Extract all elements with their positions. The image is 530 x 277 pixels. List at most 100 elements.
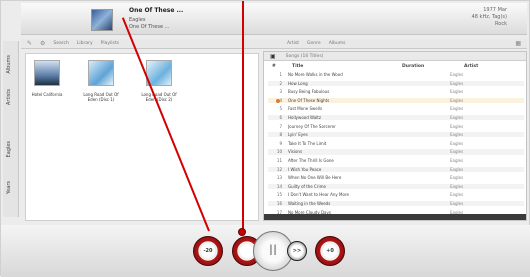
track-row[interactable]: 11 After The Thrill Is Gone Eagles	[268, 158, 524, 163]
track-duration	[398, 158, 450, 163]
track-artist: Eagles	[450, 72, 464, 77]
track-title: No More Walks in the Wood	[288, 72, 343, 77]
track-row[interactable]: 14 Guilty of the Crime Eagles	[268, 183, 524, 189]
track-duration	[398, 98, 450, 103]
col-duration[interactable]: Duration	[402, 64, 424, 69]
track-info-line: Rock	[495, 21, 507, 27]
track-duration	[398, 201, 450, 206]
album-thumb[interactable]	[34, 60, 60, 86]
track-artist: Eagles	[450, 140, 464, 146]
track-row[interactable]: 5 Fast Mone Swells Eagles	[268, 106, 524, 111]
playlist-footer	[264, 214, 526, 220]
now-playing-album: One Of These ...	[129, 24, 170, 30]
toolbar-item[interactable]: Genre	[307, 41, 321, 46]
track-title: When No One Will Be Here	[288, 175, 342, 181]
track-row[interactable]: 8 Lyin' Eyes Eagles	[268, 132, 524, 138]
annotation-line	[242, 1, 244, 231]
player-window: One Of These ... Eagles One Of These ...…	[0, 0, 530, 277]
track-row[interactable]: 3 Busy Being Fabulous Eagles	[268, 89, 524, 94]
track-number: 14	[276, 183, 282, 189]
nav-tab-albums[interactable]: Albums	[6, 55, 12, 74]
track-number: 9	[279, 140, 282, 146]
track-duration	[398, 141, 450, 146]
track-title: One Of These Nights	[288, 97, 330, 103]
track-number: 12	[276, 166, 282, 172]
track-artist: Eagles	[450, 106, 464, 112]
track-row[interactable]: 10 Visions Eagles	[268, 149, 524, 155]
track-title: Visions	[288, 149, 303, 155]
track-row[interactable]: 15 I Don't Want to Hear Any More Eagles	[268, 192, 524, 197]
track-duration	[398, 184, 450, 189]
track-duration	[398, 149, 450, 154]
track-row[interactable]: 6 Hollywood Waltz Eagles	[268, 115, 524, 121]
track-title: Take It To The Limit	[288, 140, 327, 146]
track-artist: Eagles	[450, 80, 464, 86]
track-number: 15	[276, 192, 282, 198]
track-duration	[398, 175, 450, 180]
track-row[interactable]: 9 Take It To The Limit Eagles	[268, 141, 524, 146]
track-number: 8	[279, 132, 282, 138]
col-title[interactable]: Title	[292, 64, 303, 69]
toolbar-item[interactable]: Artist	[287, 41, 299, 46]
track-artist: Eagles	[450, 158, 464, 163]
toolbar-item[interactable]: Library	[77, 41, 93, 46]
track-row[interactable]: 7 Journey Of The Sorcerer Eagles	[268, 124, 524, 129]
album-art[interactable]	[91, 9, 113, 31]
track-artist: Eagles	[450, 97, 464, 103]
track-duration	[398, 89, 450, 94]
nav-tab-artists[interactable]: Artists	[6, 89, 12, 105]
col-artist[interactable]: Artist	[464, 64, 478, 69]
track-title: I Wish You Peace	[288, 166, 322, 172]
track-number: 16	[276, 201, 282, 206]
track-title: Hollywood Waltz	[288, 115, 321, 120]
track-row[interactable]: 2 How Long Eagles	[268, 80, 524, 86]
track-row[interactable]: 4 One Of These Nights Eagles	[268, 97, 524, 103]
track-artist: Eagles	[450, 201, 464, 206]
track-number: 6	[279, 115, 282, 120]
track-number: 10	[276, 149, 282, 155]
track-row[interactable]: 12 I Wish You Peace Eagles	[268, 166, 524, 172]
now-playing-artist: Eagles	[129, 17, 146, 23]
track-artist: Eagles	[450, 166, 464, 172]
toolbar: ✎ ⚙ Search Library Playlists Artist Genr…	[21, 39, 527, 49]
track-row[interactable]: 16 Waiting in the Weeds Eagles	[268, 201, 524, 207]
volume-down-button[interactable]: -20	[193, 236, 223, 266]
volume-up-button[interactable]: +0	[315, 236, 345, 266]
playlist-icon[interactable]: ▣	[270, 53, 276, 60]
nav-tab-years[interactable]: Years	[6, 181, 12, 194]
track-title: Busy Being Fabulous	[288, 89, 330, 95]
view-options-icon[interactable]: ▦	[515, 40, 521, 47]
track-row[interactable]: 1 No More Walks in the Wood Eagles	[268, 72, 524, 77]
control-bar: -20 II >> +0	[1, 225, 530, 277]
col-number[interactable]: #	[272, 64, 276, 69]
track-number: 1	[279, 72, 282, 77]
album-thumb[interactable]	[88, 60, 114, 86]
album-grid: Hotel California Long Road Out Of Eden (…	[25, 53, 259, 221]
toolbar-item[interactable]: Albums	[329, 41, 346, 46]
track-title: After The Thrill Is Gone	[288, 158, 334, 163]
track-title: Waiting in the Weeds	[288, 201, 331, 206]
track-artist: Eagles	[450, 192, 464, 198]
gear-icon[interactable]: ⚙	[40, 40, 45, 47]
playlist-tab[interactable]: Songs (16 Titles)	[286, 54, 324, 59]
toolbar-item[interactable]: Playlists	[101, 41, 119, 46]
next-button[interactable]: >>	[287, 241, 307, 261]
track-artist: Eagles	[450, 89, 464, 95]
track-artist: Eagles	[450, 149, 464, 155]
track-duration	[398, 115, 450, 120]
toolbar-item[interactable]: Search	[53, 41, 68, 46]
track-row[interactable]: 13 When No One Will Be Here Eagles	[268, 175, 524, 180]
track-artist: Eagles	[450, 123, 464, 129]
track-number: 5	[279, 106, 282, 112]
nav-tab-eagles[interactable]: Eagles	[6, 141, 12, 157]
track-title: Guilty of the Crime	[288, 183, 326, 189]
track-title: Fast Mone Swells	[288, 106, 323, 112]
track-number: 2	[279, 80, 282, 86]
track-number: 7	[279, 123, 282, 129]
track-duration	[398, 106, 450, 111]
now-playing-indicator-icon	[276, 98, 280, 103]
track-artist: Eagles	[450, 115, 464, 120]
brush-icon[interactable]: ✎	[27, 40, 32, 47]
track-info-line: 48 kHz, Tag(s)	[471, 14, 507, 20]
now-playing-bar: One Of These ... Eagles One Of These ...…	[21, 3, 527, 35]
